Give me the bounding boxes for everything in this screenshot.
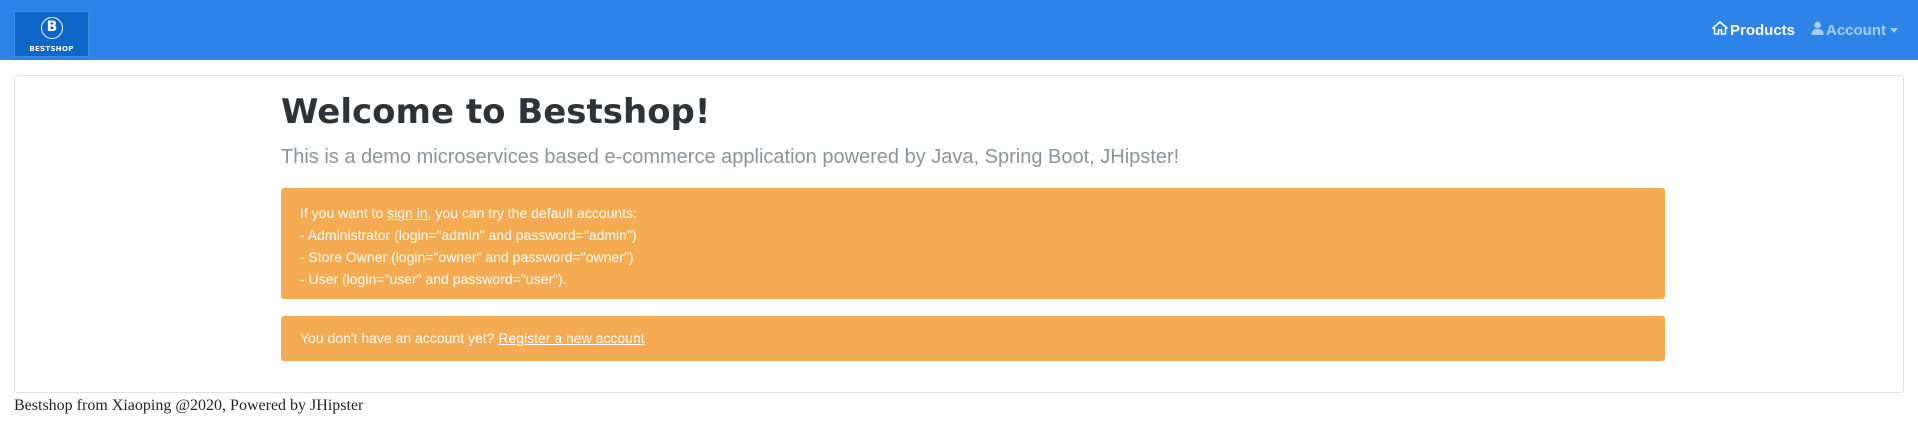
signin-intro: If you want to sign in, you can try the … [300,202,1646,224]
brand-logo[interactable]: B BESTSHOP [14,11,89,57]
signin-info-alert: If you want to sign in, you can try the … [281,188,1665,299]
sign-in-link[interactable]: sign in [387,205,427,221]
register-alert: You don't have an account yet? Register … [281,316,1665,361]
account-owner-line: - Store Owner (login="owner" and passwor… [300,249,634,265]
footer-text: Bestshop from Xiaoping @2020, Powered by… [14,397,364,414]
nav-account-dropdown[interactable]: Account [1811,21,1898,39]
navbar-menu: Products Account [1712,0,1898,60]
register-link[interactable]: Register a new account [498,330,644,346]
nav-products-link[interactable]: Products [1712,21,1795,39]
signin-suffix: , you can try the default accounts: [427,205,637,221]
register-prompt: You don't have an account yet? [300,330,499,346]
signin-prefix: If you want to [300,205,388,221]
user-icon [1811,21,1826,39]
home-icon [1712,21,1730,39]
brand-logo-letter: B [41,17,63,39]
nav-products-label: Products [1729,21,1795,39]
page-title: Welcome to Bestshop! [281,92,711,132]
account-admin-line: - Administrator (login="admin" and passw… [300,227,637,243]
chevron-down-icon [1890,27,1898,33]
main-card: Welcome to Bestshop! This is a demo micr… [14,75,1904,393]
navbar: B BESTSHOP Products Account [0,0,1918,60]
account-user-line: - User (login="user" and password="user"… [300,271,567,287]
brand-name: BESTSHOP [29,45,74,53]
page-lead: This is a demo microservices based e-com… [281,146,1180,168]
nav-account-label: Account [1826,21,1886,39]
